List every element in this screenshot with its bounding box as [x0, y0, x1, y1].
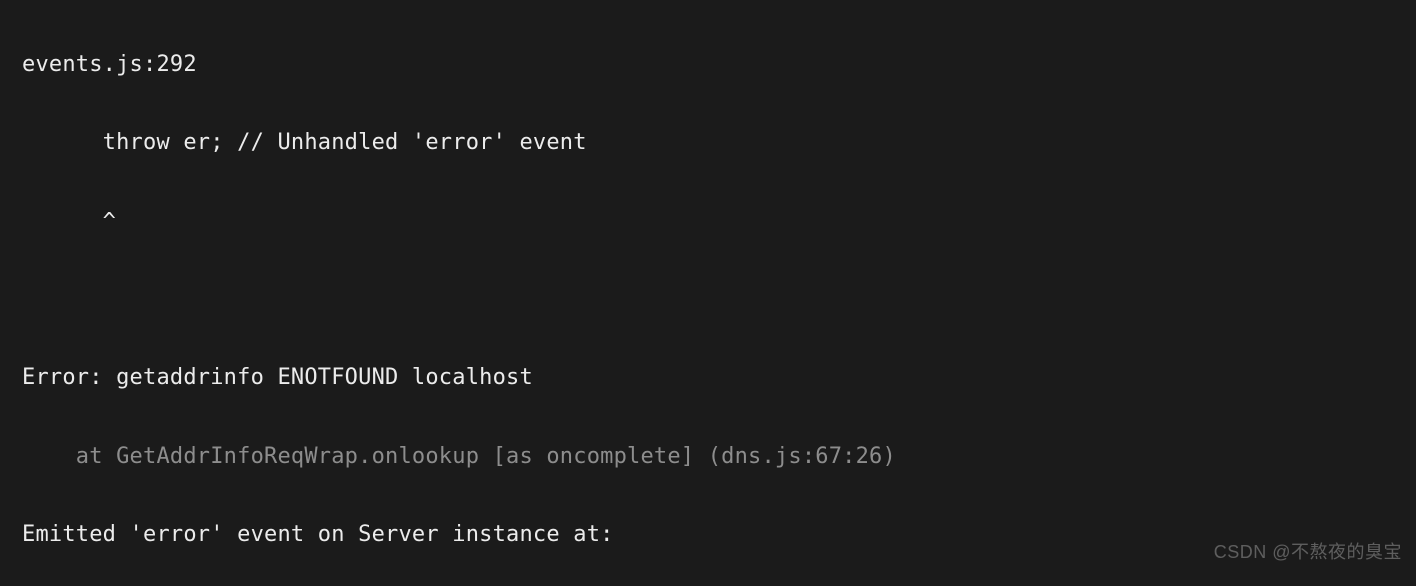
- emitted-header-text: Emitted 'error' event on Server instance…: [22, 522, 614, 547]
- indent: [22, 444, 76, 469]
- source-location: events.js:292: [22, 45, 1402, 84]
- error-header-text: Error: getaddrinfo ENOTFOUND localhost: [22, 365, 533, 390]
- caret: ^: [103, 209, 116, 234]
- error-header: Error: getaddrinfo ENOTFOUND localhost: [22, 358, 1402, 397]
- throw-code: throw er; // Unhandled 'error' event: [103, 130, 587, 155]
- terminal-output: events.js:292 throw er; // Unhandled 'er…: [0, 0, 1416, 586]
- indent: [22, 209, 103, 234]
- blank-line: [22, 280, 1402, 319]
- throw-line: throw er; // Unhandled 'error' event: [22, 123, 1402, 162]
- stack-line-1: at GetAddrInfoReqWrap.onlookup [as oncom…: [22, 437, 1402, 476]
- indent: [22, 130, 103, 155]
- emitted-header: Emitted 'error' event on Server instance…: [22, 515, 1402, 554]
- source-location-text: events.js:292: [22, 52, 197, 77]
- stack-text: at GetAddrInfoReqWrap.onlookup [as oncom…: [76, 444, 896, 469]
- caret-line: ^: [22, 202, 1402, 241]
